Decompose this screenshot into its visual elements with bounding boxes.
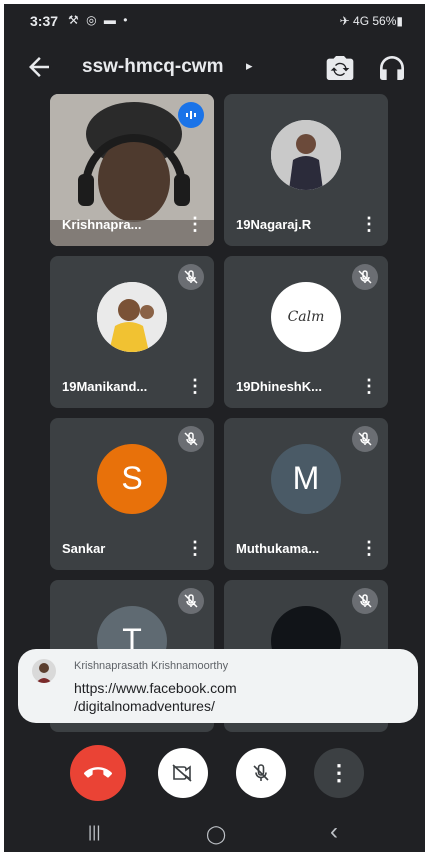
participant-tile[interactable]: 19Nagaraj.R ⋮	[224, 94, 388, 246]
participant-tile[interactable]: M Muthukama... ⋮	[224, 418, 388, 570]
status-left-icons: ⚒ ◎ ▬ •	[68, 13, 130, 27]
hang-up-icon	[84, 767, 112, 778]
status-bar: 3:37 ⚒ ◎ ▬ • ✈ 4G 56%▮	[4, 4, 425, 36]
back-arrow-icon[interactable]	[24, 52, 54, 82]
phone-screen: 3:37 ⚒ ◎ ▬ • ✈ 4G 56%▮ ssw-hmcq-cwm ▸ Kr…	[4, 4, 425, 852]
speaking-indicator-icon	[178, 102, 204, 128]
participant-name: 19DhineshK...	[236, 379, 322, 394]
participant-name: 19Manikand...	[62, 379, 148, 394]
participant-tile[interactable]: Krishnapra... ⋮	[50, 94, 214, 246]
status-right-icons: ✈ 4G 56%▮	[339, 14, 403, 28]
avatar	[271, 119, 341, 190]
toast-sender: Krishnaprasath Krishnamoorthy	[74, 660, 229, 672]
avatar-initial: S	[97, 443, 167, 514]
avatar	[97, 281, 167, 352]
participant-tile[interactable]: S Sankar ⋮	[50, 418, 214, 570]
meeting-code[interactable]: ssw-hmcq-cwm	[82, 56, 223, 78]
avatar: Calm	[271, 281, 341, 352]
more-options-icon[interactable]: ⋮	[360, 536, 378, 560]
chevron-right-icon[interactable]: ▸	[246, 58, 253, 74]
back-icon[interactable]: ‹	[330, 818, 360, 845]
more-options-icon[interactable]: ⋮	[186, 536, 204, 560]
mic-off-icon	[178, 588, 204, 614]
system-nav-bar: ||| ◯ ‹	[4, 814, 425, 852]
camera-toggle-button[interactable]	[158, 748, 208, 798]
participant-name: Sankar	[62, 541, 106, 556]
participant-name: Muthukama...	[236, 541, 320, 556]
mic-off-icon	[352, 264, 378, 290]
participant-name: Krishnapra...	[62, 217, 142, 232]
recent-apps-icon[interactable]: |||	[88, 824, 118, 846]
sender-avatar	[32, 659, 56, 683]
participant-tile[interactable]: 19Manikand... ⋮	[50, 256, 214, 408]
mic-off-icon	[352, 426, 378, 452]
toast-message[interactable]: https://www.facebook.com /digitalnomadve…	[74, 679, 394, 715]
status-time: 3:37	[30, 13, 59, 29]
mic-off-icon	[352, 588, 378, 614]
mic-off-icon	[253, 764, 269, 781]
mic-toggle-button[interactable]	[236, 748, 286, 798]
home-icon[interactable]: ◯	[206, 824, 236, 846]
more-options-button[interactable]: ⋮	[314, 748, 364, 798]
more-options-icon[interactable]: ⋮	[186, 212, 204, 236]
toast-message-line1[interactable]: https://www.facebook.com	[74, 679, 394, 697]
more-options-icon[interactable]: ⋮	[186, 374, 204, 398]
chat-message-toast[interactable]: Krishnaprasath Krishnamoorthy https://ww…	[18, 649, 418, 723]
participant-tile[interactable]: Calm 19DhineshK... ⋮	[224, 256, 388, 408]
mic-off-icon	[178, 264, 204, 290]
more-options-icon[interactable]: ⋮	[360, 374, 378, 398]
call-controls: ⋮	[4, 742, 425, 802]
toast-message-line2[interactable]: /digitalnomadventures/	[74, 697, 394, 715]
participant-name: 19Nagaraj.R	[236, 217, 312, 232]
camera-off-icon	[172, 764, 192, 782]
meeting-header: ssw-hmcq-cwm ▸	[4, 46, 425, 90]
switch-camera-icon[interactable]	[324, 52, 356, 84]
end-call-button[interactable]	[70, 745, 126, 801]
headphones-icon[interactable]	[376, 52, 408, 84]
mic-off-icon	[178, 426, 204, 452]
avatar-initial: M	[271, 443, 341, 514]
more-options-icon[interactable]: ⋮	[360, 212, 378, 236]
